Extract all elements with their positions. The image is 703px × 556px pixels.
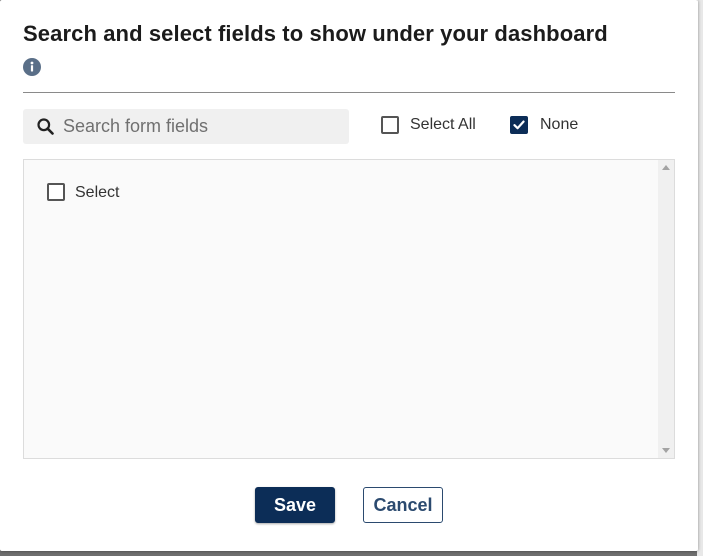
- save-button[interactable]: Save: [255, 487, 335, 523]
- header-divider: [23, 92, 675, 93]
- select-all-label[interactable]: Select All: [410, 116, 476, 134]
- cancel-button[interactable]: Cancel: [363, 487, 443, 523]
- select-all-checkbox[interactable]: [381, 116, 399, 134]
- checkmark-icon: [513, 120, 525, 130]
- field-list-panel: Select: [23, 159, 675, 459]
- none-label[interactable]: None: [540, 116, 578, 134]
- field-checkbox[interactable]: [47, 183, 65, 201]
- none-checkbox[interactable]: [510, 116, 528, 134]
- search-icon: [37, 118, 54, 135]
- field-label[interactable]: Select: [75, 184, 119, 202]
- list-scrollbar[interactable]: [658, 160, 674, 458]
- search-box[interactable]: [23, 109, 349, 144]
- info-icon[interactable]: [23, 58, 41, 76]
- field-selection-dialog: Search and select fields to show under y…: [0, 0, 698, 551]
- search-input[interactable]: [63, 109, 343, 144]
- scroll-up-icon[interactable]: [662, 165, 670, 170]
- dialog-title: Search and select fields to show under y…: [23, 21, 608, 46]
- scroll-down-icon[interactable]: [662, 448, 670, 453]
